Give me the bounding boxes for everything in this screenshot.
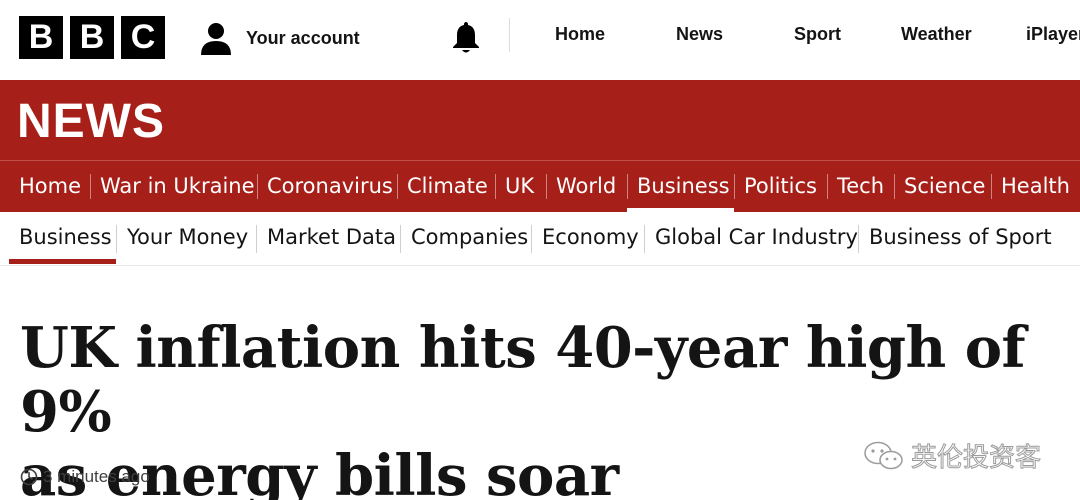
watermark: 英伦投资客	[863, 437, 1042, 474]
primary-nav-world[interactable]: World	[556, 161, 616, 212]
account-link[interactable]: Your account	[199, 18, 360, 58]
user-icon	[201, 23, 231, 55]
active-subnav-indicator	[9, 259, 116, 264]
logo-letter-b2: B	[70, 16, 114, 59]
primary-nav-home[interactable]: Home	[19, 161, 81, 212]
secondary-nav-your-money[interactable]: Your Money	[127, 225, 248, 249]
primary-nav: Home War in Ukraine Coronavirus Climate …	[0, 160, 1080, 212]
primary-nav-coronavirus[interactable]: Coronavirus	[267, 161, 393, 212]
secondary-nav-companies[interactable]: Companies	[411, 225, 528, 249]
subnav-separator	[400, 225, 401, 253]
nav-separator	[627, 174, 628, 199]
subnav-separator	[531, 225, 532, 253]
primary-nav-health[interactable]: Health	[1001, 161, 1070, 212]
bell-icon[interactable]	[450, 20, 482, 54]
bbc-logo[interactable]: B B C	[19, 16, 165, 59]
article-timestamp: 3 minutes ago	[20, 467, 150, 487]
nav-separator	[90, 174, 91, 199]
logo-letter-b1: B	[19, 16, 63, 59]
subnav-separator	[116, 225, 117, 253]
top-nav-iplayer[interactable]: iPlayer	[1026, 24, 1080, 45]
logo-letter-c: C	[121, 16, 165, 59]
secondary-nav-global-car-industry[interactable]: Global Car Industry	[655, 225, 858, 249]
top-nav-sport[interactable]: Sport	[794, 24, 841, 45]
primary-nav-tech[interactable]: Tech	[837, 161, 884, 212]
news-title[interactable]: NEWS	[17, 94, 165, 149]
primary-nav-science[interactable]: Science	[904, 161, 985, 212]
secondary-nav-business[interactable]: Business	[19, 225, 112, 249]
news-banner: NEWS	[0, 80, 1080, 160]
nav-separator	[734, 174, 735, 199]
top-nav-home[interactable]: Home	[555, 24, 605, 45]
secondary-nav-business-of-sport[interactable]: Business of Sport	[869, 225, 1052, 249]
account-label: Your account	[246, 27, 360, 48]
nav-separator	[827, 174, 828, 199]
secondary-nav-economy[interactable]: Economy	[542, 225, 639, 249]
timestamp-label: 3 minutes ago	[43, 467, 150, 486]
subnav-separator	[644, 225, 645, 253]
global-header: B B C Your account Home News Sport Weath…	[0, 0, 1080, 80]
watermark-text: 英伦投资客	[910, 443, 1042, 474]
nav-separator	[397, 174, 398, 199]
subnav-separator	[858, 225, 859, 253]
primary-nav-climate[interactable]: Climate	[407, 161, 488, 212]
clock-icon	[20, 468, 38, 486]
top-nav-weather[interactable]: Weather	[901, 24, 972, 45]
primary-nav-uk[interactable]: UK	[505, 161, 534, 212]
nav-separator	[991, 174, 992, 199]
primary-nav-war-in-ukraine[interactable]: War in Ukraine	[100, 161, 255, 212]
primary-nav-business[interactable]: Business	[637, 161, 730, 212]
nav-separator	[546, 174, 547, 199]
headline-line-1: UK inflation hits 40-year high of 9%	[20, 315, 1026, 445]
top-nav-news[interactable]: News	[676, 24, 723, 45]
primary-nav-politics[interactable]: Politics	[744, 161, 817, 212]
secondary-nav-market-data[interactable]: Market Data	[267, 225, 396, 249]
nav-separator	[894, 174, 895, 199]
subnav-separator	[256, 225, 257, 253]
header-divider	[509, 18, 510, 52]
nav-separator	[495, 174, 496, 199]
wechat-icon	[864, 441, 903, 469]
secondary-nav: Business Your Money Market Data Companie…	[0, 212, 1080, 266]
nav-separator	[257, 174, 258, 199]
